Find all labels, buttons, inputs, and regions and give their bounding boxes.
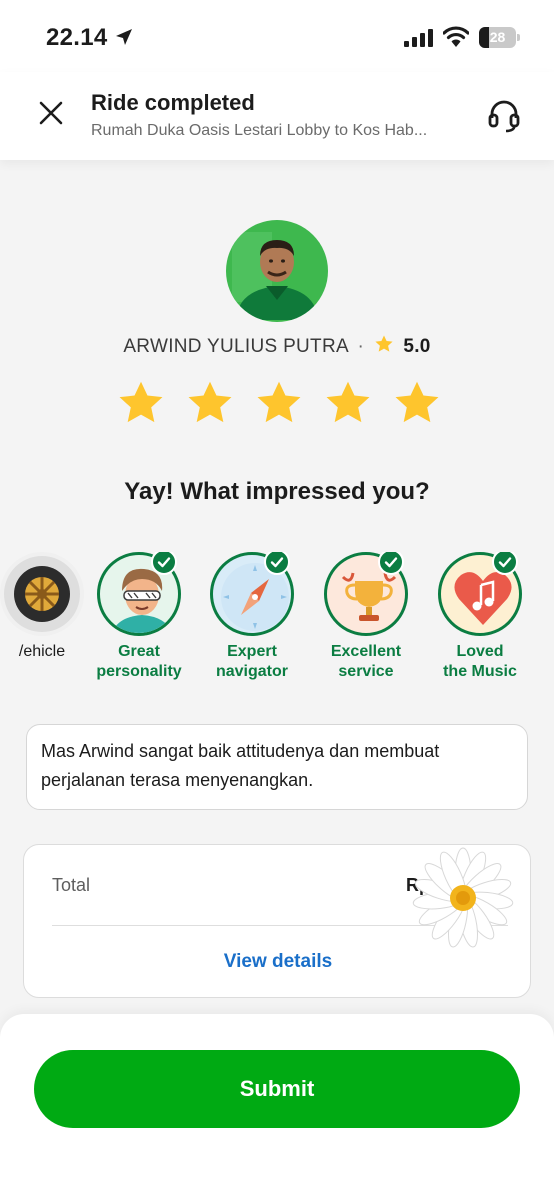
compliment-label: Loved the Music (420, 642, 540, 682)
rating-star-5[interactable] (392, 378, 442, 428)
help-button[interactable] (484, 96, 524, 136)
rating-stars (116, 378, 442, 428)
driver-photo (226, 220, 328, 322)
label-line-2: the Music (443, 663, 517, 680)
compliment-expert-navigator[interactable]: Expert navigator (192, 552, 312, 682)
star-icon (375, 335, 393, 352)
comment-input[interactable]: Mas Arwind sangat baik attitudenya dan m… (26, 724, 528, 810)
compliment-great-personality[interactable]: Great personality (79, 552, 199, 682)
wheel-icon (0, 552, 84, 636)
cellular-signal-icon (404, 29, 433, 47)
driver-info: ARWIND YULIUS PUTRA · 5.0 (0, 334, 554, 358)
battery-nub (517, 34, 520, 41)
status-bar: 22.14 28 (0, 0, 554, 72)
compliment-list: /ehicle Great personality Expert navigat… (0, 552, 554, 692)
rating-star-4[interactable] (323, 378, 373, 428)
compliment-excellent-service[interactable]: Excellent service (306, 552, 426, 682)
route-subtitle: Rumah Duka Oasis Lestari Lobby to Kos Ha… (91, 122, 428, 139)
rating-star-2[interactable] (185, 378, 235, 428)
compliment-question: Yay! What impressed you? (124, 478, 430, 505)
view-details-link[interactable]: View details (24, 951, 532, 973)
label-line-1: Loved (456, 643, 504, 660)
battery-percent: 28 (489, 29, 506, 45)
compliment-label: Expert navigator (192, 642, 312, 682)
close-icon (39, 101, 63, 125)
rating-star-3[interactable] (254, 378, 304, 428)
label-line-2: navigator (215, 663, 288, 680)
separator: · (357, 336, 365, 357)
driver-avatar (226, 220, 328, 322)
close-button[interactable] (34, 96, 68, 130)
daisy-flower-icon (412, 847, 514, 948)
label-line-2: service (338, 663, 394, 680)
label-line-2: personality (96, 663, 182, 680)
status-time: 22.14 (46, 24, 108, 51)
headset-icon (488, 100, 520, 133)
driver-name: ARWIND YULIUS PUTRA (123, 336, 348, 357)
total-label: Total (52, 875, 91, 895)
rating-star-1[interactable] (116, 378, 166, 428)
app-header: Ride completed Rumah Duka Oasis Lestari … (0, 72, 554, 160)
label-line-1: Great (118, 643, 160, 660)
label-line-1: Expert (227, 643, 277, 660)
location-arrow-icon (116, 29, 132, 45)
driver-rating: 5.0 (403, 336, 431, 357)
compliment-label: Great personality (79, 642, 199, 682)
compliment-loved-the-music[interactable]: Loved the Music (420, 552, 540, 682)
wifi-icon (443, 26, 469, 47)
label-line-1: Excellent (330, 643, 402, 660)
compliment-label: Excellent service (306, 642, 426, 682)
submit-button[interactable]: Submit (34, 1050, 520, 1128)
battery-indicator: 28 (479, 27, 520, 48)
page-title: Ride completed (91, 90, 255, 115)
